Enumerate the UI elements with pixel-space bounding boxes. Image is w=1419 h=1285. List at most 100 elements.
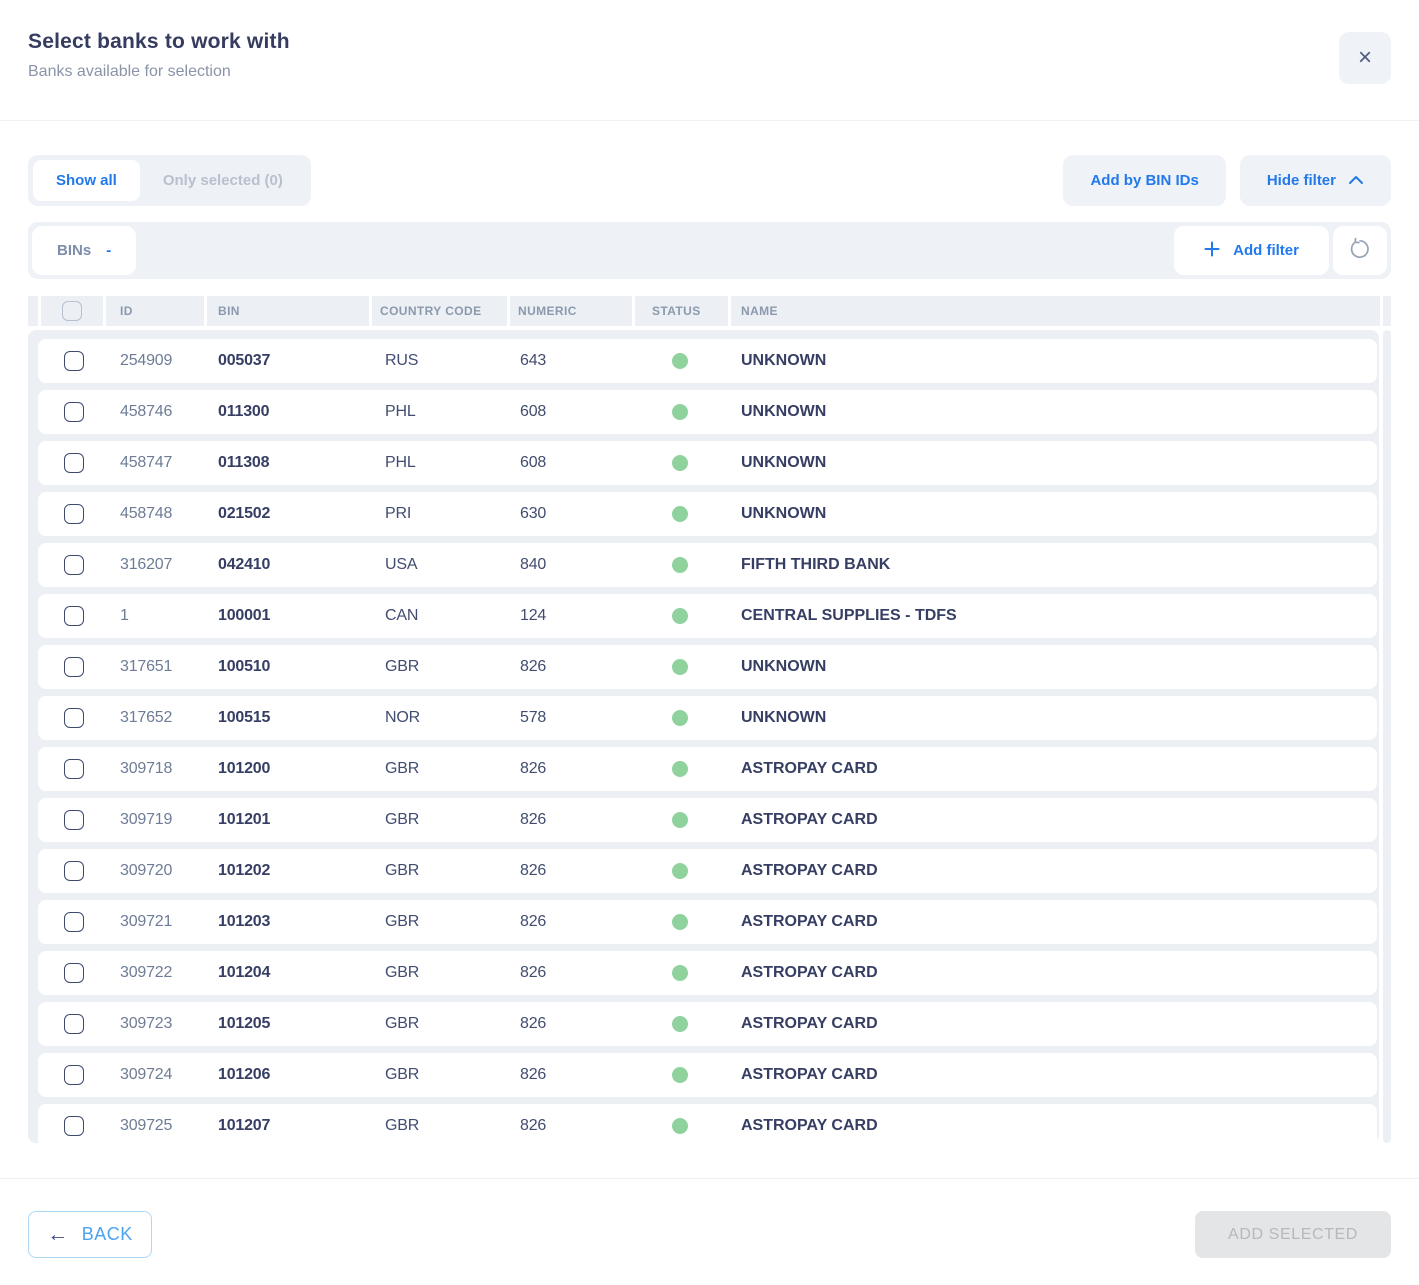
row-checkbox[interactable] — [64, 963, 84, 983]
reset-filters-button[interactable] — [1333, 226, 1387, 275]
bins-filter-label: BINs — [57, 242, 91, 259]
cell-status — [627, 506, 720, 522]
table-row: 254909 005037 RUS 643 UNKNOWN — [38, 339, 1377, 383]
cell-id: 309718 — [110, 760, 208, 778]
table-row: 309724 101206 GBR 826 ASTROPAY CARD — [38, 1053, 1377, 1097]
cell-bin: 100510 — [208, 658, 370, 676]
cell-bin: 101206 — [208, 1066, 370, 1084]
cell-country-code: GBR — [370, 913, 505, 931]
back-button[interactable]: ← BACK — [28, 1211, 152, 1258]
row-checkbox[interactable] — [64, 1065, 84, 1085]
status-active-dot-icon — [672, 506, 688, 522]
cell-bin: 021502 — [208, 505, 370, 523]
column-header-country-code: COUNTRY CODE — [372, 296, 507, 326]
cell-bin: 101203 — [208, 913, 370, 931]
cell-id: 309720 — [110, 862, 208, 880]
cell-name: ASTROPAY CARD — [720, 811, 1377, 829]
table-row: 309718 101200 GBR 826 ASTROPAY CARD — [38, 747, 1377, 791]
status-active-dot-icon — [672, 659, 688, 675]
row-checkbox[interactable] — [64, 555, 84, 575]
add-by-bin-ids-button[interactable]: Add by BIN IDs — [1063, 155, 1225, 206]
row-checkbox[interactable] — [64, 1014, 84, 1034]
cell-country-code: GBR — [370, 862, 505, 880]
close-button[interactable]: × — [1339, 32, 1391, 84]
cell-country-code: RUS — [370, 352, 505, 370]
status-active-dot-icon — [672, 710, 688, 726]
cell-id: 309723 — [110, 1015, 208, 1033]
tab-show-all[interactable]: Show all — [33, 160, 140, 201]
arrow-left-icon: ← — [47, 1224, 69, 1245]
add-selected-button[interactable]: ADD SELECTED — [1195, 1211, 1391, 1258]
cell-country-code: PHL — [370, 454, 505, 472]
table-row: 1 100001 CAN 124 CENTRAL SUPPLIES - TDFS — [38, 594, 1377, 638]
cell-status — [627, 353, 720, 369]
row-checkbox[interactable] — [64, 759, 84, 779]
cell-name: CENTRAL SUPPLIES - TDFS — [720, 607, 1377, 625]
header-scrollbar-cap — [1383, 296, 1391, 326]
vertical-scrollbar[interactable] — [1383, 330, 1391, 1143]
cell-country-code: GBR — [370, 760, 505, 778]
cell-status — [627, 965, 720, 981]
row-checkbox[interactable] — [64, 402, 84, 422]
cell-status — [627, 557, 720, 573]
tab-only-selected[interactable]: Only selected (0) — [140, 160, 306, 201]
cell-numeric: 826 — [505, 913, 627, 931]
cell-numeric: 840 — [505, 556, 627, 574]
add-by-bin-ids-label: Add by BIN IDs — [1090, 172, 1198, 189]
row-checkbox[interactable] — [64, 861, 84, 881]
table-row: 309722 101204 GBR 826 ASTROPAY CARD — [38, 951, 1377, 995]
table-row: 309725 101207 GBR 826 ASTROPAY CARD — [38, 1104, 1377, 1143]
status-active-dot-icon — [672, 812, 688, 828]
row-checkbox[interactable] — [64, 1116, 84, 1136]
row-checkbox[interactable] — [64, 453, 84, 473]
row-checkbox[interactable] — [64, 606, 84, 626]
row-checkbox[interactable] — [64, 351, 84, 371]
cell-numeric: 826 — [505, 862, 627, 880]
table-row: 309723 101205 GBR 826 ASTROPAY CARD — [38, 1002, 1377, 1046]
cell-name: ASTROPAY CARD — [720, 1117, 1377, 1135]
add-filter-button[interactable]: Add filter — [1174, 226, 1329, 275]
cell-id: 309725 — [110, 1117, 208, 1135]
header-select-all-cell — [41, 296, 103, 326]
cell-bin: 101202 — [208, 862, 370, 880]
row-checkbox[interactable] — [64, 912, 84, 932]
status-active-dot-icon — [672, 608, 688, 624]
cell-bin: 011300 — [208, 403, 370, 421]
cell-name: ASTROPAY CARD — [720, 913, 1377, 931]
status-active-dot-icon — [672, 1067, 688, 1083]
row-checkbox[interactable] — [64, 708, 84, 728]
cell-status — [627, 608, 720, 624]
cell-name: ASTROPAY CARD — [720, 1015, 1377, 1033]
cell-status — [627, 761, 720, 777]
modal-header: Select banks to work with Banks availabl… — [0, 0, 1419, 121]
controls-row: Show all Only selected (0) Add by BIN ID… — [28, 155, 1391, 206]
cell-status — [627, 455, 720, 471]
cell-id: 254909 — [110, 352, 208, 370]
cell-numeric: 826 — [505, 658, 627, 676]
column-header-status: STATUS — [635, 296, 728, 326]
cell-country-code: GBR — [370, 964, 505, 982]
row-checkbox[interactable] — [64, 657, 84, 677]
hide-filter-button[interactable]: Hide filter — [1240, 155, 1391, 206]
column-header-id: ID — [106, 296, 204, 326]
row-checkbox[interactable] — [64, 504, 84, 524]
cell-country-code: USA — [370, 556, 505, 574]
cell-country-code: GBR — [370, 811, 505, 829]
cell-status — [627, 404, 720, 420]
status-active-dot-icon — [672, 761, 688, 777]
chevron-up-icon — [1348, 172, 1364, 189]
cell-bin: 042410 — [208, 556, 370, 574]
select-all-checkbox[interactable] — [62, 301, 82, 321]
page-title: Select banks to work with — [28, 30, 1391, 54]
table-row: 316207 042410 USA 840 FIFTH THIRD BANK — [38, 543, 1377, 587]
cell-status — [627, 914, 720, 930]
cell-status — [627, 1067, 720, 1083]
bins-filter-chip[interactable]: BINs - — [32, 226, 136, 275]
bins-filter-value: - — [106, 242, 111, 259]
cell-status — [627, 659, 720, 675]
cell-id: 309721 — [110, 913, 208, 931]
cell-bin: 101200 — [208, 760, 370, 778]
close-icon: × — [1358, 46, 1372, 70]
filter-bar: BINs - Add filter — [28, 222, 1391, 279]
row-checkbox[interactable] — [64, 810, 84, 830]
